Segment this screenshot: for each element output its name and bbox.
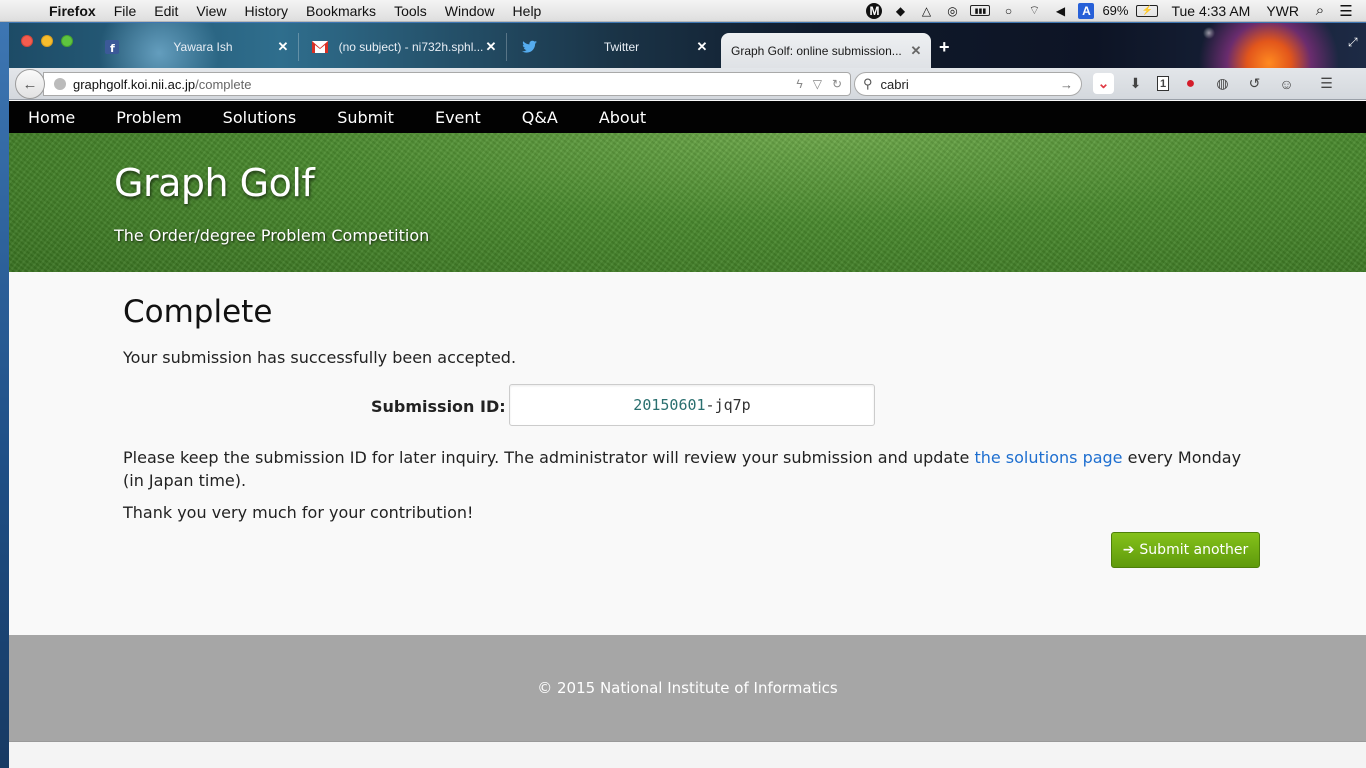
lightning-icon[interactable]: ϟ <box>796 77 802 91</box>
lips-extension-icon[interactable]: ● <box>1180 73 1201 94</box>
menu-help[interactable]: Help <box>504 3 551 19</box>
site-subtitle: The Order/degree Problem Competition <box>114 226 430 245</box>
history-extension-icon[interactable]: ↺ <box>1244 73 1265 94</box>
submission-id-label: Submission ID: <box>371 397 506 416</box>
close-window-button[interactable] <box>21 35 33 47</box>
submit-another-button[interactable]: ➔ Submit another <box>1111 532 1260 568</box>
counter-badge-icon[interactable]: 1 <box>1157 76 1169 91</box>
tab-title: Twitter <box>603 40 640 54</box>
battery-icon[interactable]: ⚡ <box>1136 4 1159 17</box>
fullscreen-icon[interactable]: ⤢ <box>1348 35 1362 49</box>
tab-twitter[interactable]: Twitter ✕ <box>512 33 717 61</box>
tab-facebook[interactable]: f Yawara Ish ✕ <box>94 33 299 61</box>
svg-text:f: f <box>110 42 115 54</box>
navigation-toolbar: graphgolf.koi.nii.ac.jp/complete ϟ ▽ ↻ ←… <box>9 68 1366 100</box>
menu-file[interactable]: File <box>105 3 146 19</box>
search-icon: ⚲ <box>863 76 873 91</box>
submission-id-date: 20150601 <box>633 396 706 414</box>
submission-id-code: jq7p <box>714 396 751 414</box>
site-footer: © 2015 National Institute of Informatics <box>9 635 1366 741</box>
battery-percent[interactable]: 69% <box>1099 3 1131 18</box>
keep-id-note: Please keep the submission ID for later … <box>123 448 1242 490</box>
spotlight-icon[interactable]: ⌕ <box>1312 2 1328 19</box>
tab-close-icon[interactable]: ✕ <box>484 39 498 55</box>
zoom-window-button[interactable] <box>61 35 73 47</box>
nav-qa[interactable]: Q&A <box>522 108 558 127</box>
volume-icon[interactable]: ◀ <box>1052 3 1068 19</box>
pocket-icon[interactable]: ⌄ <box>1093 73 1114 94</box>
accepted-message: Your submission has successfully been ac… <box>123 348 517 367</box>
submit-another-label: Submit another <box>1139 542 1249 558</box>
back-arrow-icon: ← <box>22 75 38 93</box>
main-content: Complete Your submission has successfull… <box>9 272 1366 635</box>
downloads-icon[interactable]: ⬇ <box>1125 73 1146 94</box>
smiley-icon[interactable]: ☺ <box>1276 73 1297 94</box>
tab-close-icon[interactable]: ✕ <box>909 43 923 59</box>
search-bar[interactable]: ⚲ → <box>854 72 1082 96</box>
m-icon[interactable]: M <box>866 2 883 19</box>
tab-strip: f Yawara Ish ✕ (no subject) - ni732h.sph… <box>9 23 1366 68</box>
web-page: Home Problem Solutions Submit Event Q&A … <box>9 101 1366 768</box>
site-identity-icon[interactable] <box>54 78 66 90</box>
dropdown-arrow-icon[interactable]: ▽ <box>813 77 822 91</box>
nav-solutions[interactable]: Solutions <box>223 108 297 127</box>
arrow-right-icon: ➔ <box>1122 542 1135 558</box>
messages-icon[interactable]: ○ <box>1000 3 1016 19</box>
app-menu[interactable]: Firefox <box>40 3 105 19</box>
input-source-icon[interactable]: A <box>1078 2 1095 19</box>
menu-icon[interactable]: ☰ <box>1316 73 1337 94</box>
search-go-icon[interactable]: → <box>1060 77 1073 92</box>
macos-menubar: Firefox File Edit View History Bookmarks… <box>0 0 1366 22</box>
new-tab-button[interactable]: + <box>939 37 950 58</box>
reload-icon[interactable]: ↻ <box>832 77 842 91</box>
url-bar[interactable]: graphgolf.koi.nii.ac.jp/complete ϟ ▽ ↻ <box>43 72 851 96</box>
firefox-window: f Yawara Ish ✕ (no subject) - ni732h.sph… <box>9 23 1366 768</box>
submission-id-field[interactable]: 20150601- jq7p <box>509 384 875 426</box>
dropbox-icon[interactable]: ◆ <box>892 3 908 19</box>
solutions-page-link[interactable]: the solutions page <box>974 448 1122 467</box>
menu-window[interactable]: Window <box>436 3 504 19</box>
clock[interactable]: Tue 4:33 AM <box>1163 3 1258 19</box>
menu-edit[interactable]: Edit <box>145 3 187 19</box>
globe-extension-icon[interactable]: ◍ <box>1212 73 1233 94</box>
footer-copyright: © 2015 National Institute of Informatics <box>537 679 838 697</box>
facebook-icon: f <box>104 39 120 55</box>
sync-icon[interactable]: ◎ <box>944 3 960 19</box>
tab-close-icon[interactable]: ✕ <box>695 39 709 55</box>
thanks-message: Thank you very much for your contributio… <box>123 503 474 522</box>
page-bottom-strip <box>9 741 1366 768</box>
nav-home[interactable]: Home <box>28 108 75 127</box>
tab-title: Graph Golf: online submission... <box>731 43 902 58</box>
nav-event[interactable]: Event <box>435 108 481 127</box>
user-name[interactable]: YWR <box>1258 3 1307 19</box>
back-button[interactable]: ← <box>15 69 45 99</box>
menu-view[interactable]: View <box>187 3 235 19</box>
tab-gmail[interactable]: (no subject) - ni732h.sphl... ✕ <box>302 33 507 61</box>
search-input[interactable] <box>880 76 1060 92</box>
site-title: Graph Golf <box>114 161 315 205</box>
nav-submit[interactable]: Submit <box>337 108 394 127</box>
submission-id-separator: - <box>705 396 715 414</box>
url-text[interactable]: graphgolf.koi.nii.ac.jp/complete <box>73 77 252 92</box>
wifi-icon[interactable]: ⌔ <box>1026 3 1042 19</box>
gmail-icon <box>312 39 328 55</box>
tab-title: (no subject) - ni732h.sphl... <box>338 40 484 54</box>
battery-meter-icon[interactable]: ▮▮▮ <box>970 5 991 16</box>
tab-graph-golf[interactable]: Graph Golf: online submission... ✕ <box>721 33 931 68</box>
page-title: Complete <box>123 294 273 330</box>
tab-close-icon[interactable]: ✕ <box>276 39 290 55</box>
menu-history[interactable]: History <box>235 3 297 19</box>
menu-bookmarks[interactable]: Bookmarks <box>297 3 385 19</box>
site-nav: Home Problem Solutions Submit Event Q&A … <box>9 101 1366 133</box>
nav-about[interactable]: About <box>599 108 646 127</box>
minimize-window-button[interactable] <box>41 35 53 47</box>
drive-icon[interactable]: △ <box>918 3 934 19</box>
hero-banner: Graph Golf The Order/degree Problem Comp… <box>9 133 1366 272</box>
nav-problem[interactable]: Problem <box>116 108 181 127</box>
menu-tools[interactable]: Tools <box>385 3 436 19</box>
notification-center-icon[interactable]: ☰ <box>1338 3 1354 20</box>
tab-title: Yawara Ish <box>173 40 233 54</box>
twitter-icon <box>522 39 538 55</box>
